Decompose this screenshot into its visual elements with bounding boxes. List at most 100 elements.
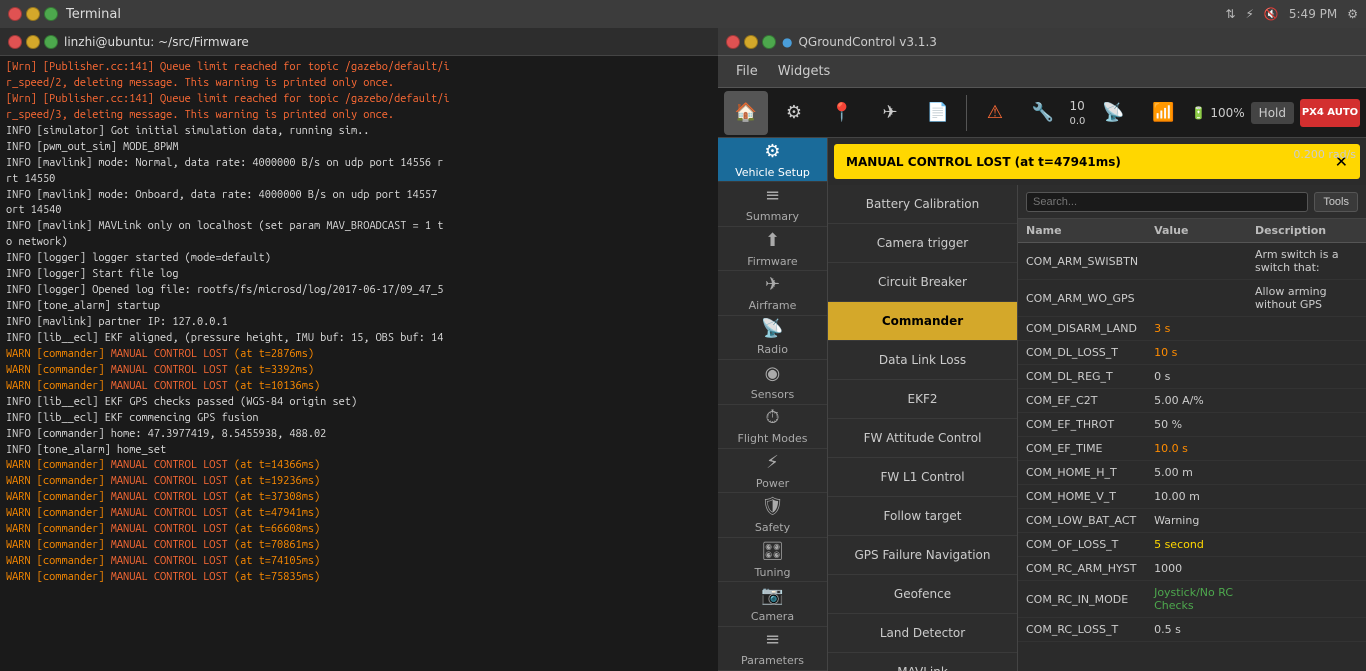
param-value[interactable] [1146,280,1247,317]
close-button[interactable] [8,7,22,21]
table-row[interactable]: COM_HOME_V_T10.00 m [1018,485,1366,509]
component-item[interactable]: FW Attitude Control [828,419,1017,458]
sidebar-item-flight-modes[interactable]: ⏱ Flight Modes [718,405,827,449]
sidebar-item-firmware[interactable]: ⬆ Firmware [718,227,827,271]
terminal-minimize-button[interactable] [26,35,40,49]
table-row[interactable]: COM_RC_IN_MODEJoystick/No RC Checks [1018,581,1366,618]
terminal-content[interactable]: [Wrn] [Publisher.cc:141] Queue limit rea… [0,56,718,671]
signal-toolbar-button[interactable]: 📡 [1091,91,1135,135]
table-row[interactable]: COM_RC_ARM_HYST1000 [1018,557,1366,581]
component-item[interactable]: Data Link Loss [828,341,1017,380]
terminal-close-button[interactable] [8,35,22,49]
terminal-line: WARN [commander] MANUAL CONTROL LOST (at… [6,379,712,395]
table-row[interactable]: COM_LOW_BAT_ACTWarning [1018,509,1366,533]
sidebar-item-safety[interactable]: 🛡 Safety [718,493,827,537]
component-item[interactable]: MAVLink [828,653,1017,671]
component-item[interactable]: FW L1 Control [828,458,1017,497]
table-row[interactable]: COM_DL_REG_T0 s [1018,365,1366,389]
qgc-close-button[interactable] [726,35,740,49]
sidebar-item-camera[interactable]: 📷 Camera [718,582,827,626]
main-container: linzhi@ubuntu: ~/src/Firmware [Wrn] [Pub… [0,28,1366,671]
params-search-input[interactable] [1026,192,1308,212]
table-row[interactable]: COM_DL_LOSS_T10 s [1018,341,1366,365]
param-value[interactable]: 10 s [1146,341,1247,365]
table-row[interactable]: COM_HOME_H_T5.00 m [1018,461,1366,485]
component-item[interactable]: Battery Calibration [828,185,1017,224]
map-toolbar-button[interactable]: 📍 [820,91,864,135]
warning-toolbar-button[interactable]: ⚠ [973,91,1017,135]
table-row[interactable]: COM_EF_C2T5.00 A/% [1018,389,1366,413]
table-row[interactable]: COM_RC_LOSS_T0.5 s [1018,618,1366,642]
send-toolbar-button[interactable]: ✈ [868,91,912,135]
param-name: COM_HOME_H_T [1018,461,1146,485]
signal2-toolbar-button[interactable]: 📶 [1141,91,1185,135]
col-value-header: Value [1146,219,1247,243]
param-value[interactable]: 0.5 s [1146,618,1247,642]
battery-status: 🔋 100% [1191,106,1244,120]
component-item[interactable]: Geofence [828,575,1017,614]
qgc-minimize-button[interactable] [744,35,758,49]
sidebar-item-summary[interactable]: ≡ Summary [718,182,827,226]
sidebar-item-power[interactable]: ⚡ Power [718,449,827,493]
component-item[interactable]: GPS Failure Navigation [828,536,1017,575]
sidebar-item-parameters[interactable]: ≡ Parameters [718,627,827,671]
param-value[interactable] [1146,243,1247,280]
param-value[interactable]: 0 s [1146,365,1247,389]
speed-display-value: 0.200 rad/s [1293,148,1356,161]
component-item[interactable]: Land Detector [828,614,1017,653]
table-row[interactable]: COM_ARM_WO_GPSAllow arming without GPS [1018,280,1366,317]
sidebar-firmware-label: Firmware [747,255,797,268]
sidebar-item-sensors[interactable]: ◉ Sensors [718,360,827,404]
menu-file[interactable]: File [726,64,768,79]
menu-widgets[interactable]: Widgets [768,64,841,79]
terminal-line: [Wrn] [Publisher.cc:141] Queue limit rea… [6,92,712,108]
qgc-maximize-button[interactable] [762,35,776,49]
component-item[interactable]: Circuit Breaker [828,263,1017,302]
param-value[interactable]: Warning [1146,509,1247,533]
table-row[interactable]: COM_EF_THROT50 % [1018,413,1366,437]
sidebar-item-airframe[interactable]: ✈ Airframe [718,271,827,315]
tools-toolbar-button[interactable]: 🔧 [1021,91,1065,135]
qgc-title-bar: ● QGroundControl v3.1.3 [718,28,1366,56]
param-value[interactable]: 5.00 A/% [1146,389,1247,413]
param-description [1247,413,1366,437]
param-value[interactable]: 5 second [1146,533,1247,557]
component-item[interactable]: Follow target [828,497,1017,536]
sidebar-item-vehicle-setup[interactable]: ⚙ Vehicle Setup [718,138,827,182]
table-row[interactable]: COM_EF_TIME10.0 s [1018,437,1366,461]
table-row[interactable]: COM_OF_LOSS_T5 second [1018,533,1366,557]
sidebar-parameters-label: Parameters [741,654,804,667]
param-description [1247,581,1366,618]
param-value[interactable]: 10.00 m [1146,485,1247,509]
terminal-line: WARN [commander] MANUAL CONTROL LOST (at… [6,554,712,570]
firmware-icon: ⬆ [765,230,780,251]
home-toolbar-button[interactable]: 🏠 [724,91,768,135]
param-description [1247,437,1366,461]
table-row[interactable]: COM_ARM_SWISBTNArm switch is a switch th… [1018,243,1366,280]
time-display: 5:49 PM [1289,7,1337,21]
component-item[interactable]: EKF2 [828,380,1017,419]
param-value[interactable]: 10.0 s [1146,437,1247,461]
maximize-button[interactable] [44,7,58,21]
terminal-line: INFO [logger] logger started (mode=defau… [6,251,712,267]
param-value[interactable]: 50 % [1146,413,1247,437]
param-value[interactable]: 1000 [1146,557,1247,581]
sidebar-item-tuning[interactable]: 🎛 Tuning [718,538,827,582]
param-value[interactable]: Joystick/No RC Checks [1146,581,1247,618]
settings-toolbar-button[interactable]: ⚙ [772,91,816,135]
table-row[interactable]: COM_DISARM_LAND3 s [1018,317,1366,341]
tools-button[interactable]: Tools [1314,192,1358,212]
terminal-line: r_speed/3, deleting message. This warnin… [6,108,712,124]
file-toolbar-button[interactable]: 📄 [916,91,960,135]
minimize-button[interactable] [26,7,40,21]
param-value[interactable]: 5.00 m [1146,461,1247,485]
param-description [1247,557,1366,581]
param-value[interactable]: 3 s [1146,317,1247,341]
component-item[interactable]: Commander [828,302,1017,341]
terminal-maximize-button[interactable] [44,35,58,49]
hold-button[interactable]: Hold [1251,102,1294,124]
sidebar-item-radio[interactable]: 📡 Radio [718,316,827,360]
param-description [1247,509,1366,533]
radio-icon: 📡 [761,318,783,339]
component-item[interactable]: Camera trigger [828,224,1017,263]
